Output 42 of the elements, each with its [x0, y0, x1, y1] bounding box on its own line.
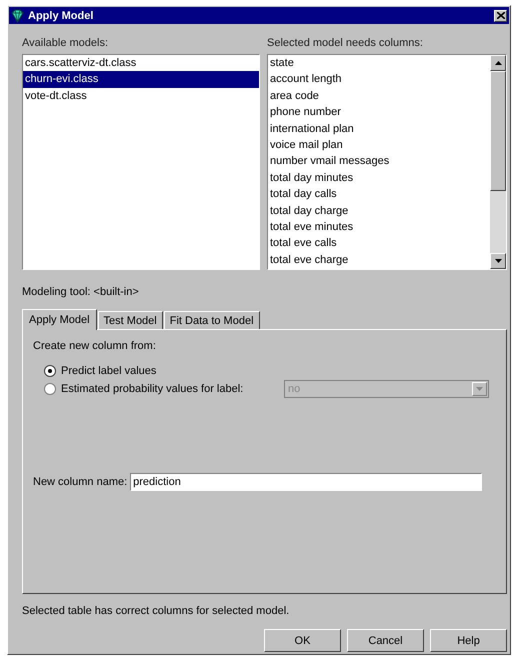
- modeling-tool-label: Modeling tool: <built-in>: [22, 286, 140, 300]
- column-item: total eve charge: [269, 252, 350, 268]
- up-arrow-icon: [494, 61, 502, 65]
- down-arrow-icon: [494, 259, 502, 263]
- column-item: international plan: [269, 122, 355, 137]
- gem-icon: [11, 8, 24, 22]
- dialog-button[interactable]: Cancel: [347, 629, 424, 652]
- caret-icon: [476, 387, 483, 391]
- column-item: account length: [269, 72, 343, 88]
- list-label: Available models:: [22, 37, 110, 51]
- window-title: Apply Model: [28, 10, 94, 22]
- model-item[interactable]: vote-dt.class: [23, 88, 259, 104]
- status-message: Selected table has correct columns for selected model.: [22, 605, 290, 619]
- scroll-up-button[interactable]: [490, 55, 506, 71]
- tab[interactable]: Test Model: [98, 311, 163, 329]
- column-item: total eve minutes: [269, 220, 354, 235]
- dialog-button[interactable]: Help: [430, 629, 507, 652]
- column-item: total day minutes: [269, 170, 354, 186]
- column-item: total day calls: [269, 187, 338, 202]
- column-item: state: [269, 56, 295, 71]
- radio-option[interactable]: Estimated probability values for label:: [44, 383, 284, 395]
- close-button[interactable]: [494, 10, 507, 22]
- column-item: total day charge: [269, 204, 350, 219]
- close-icon: [496, 12, 504, 19]
- dialog-button[interactable]: OK: [264, 629, 341, 652]
- section-label: Create new column from:: [33, 340, 157, 354]
- model-item[interactable]: cars.scatterviz-dt.class: [23, 55, 259, 72]
- scrollbar[interactable]: [490, 55, 506, 269]
- radio-option[interactable]: Predict label values: [44, 365, 284, 377]
- scroll-thumb[interactable]: [490, 71, 506, 191]
- list-label: Selected model needs columns:: [267, 37, 424, 51]
- model-item[interactable]: churn-evi.class: [23, 71, 259, 88]
- column-name-field[interactable]: prediction: [130, 473, 482, 491]
- tab[interactable]: Apply Model: [22, 309, 97, 330]
- column-item: total eve calls: [269, 236, 338, 252]
- column-item: number vmail messages: [269, 154, 390, 170]
- column-item: area code: [269, 88, 320, 104]
- column-item: voice mail plan: [269, 138, 344, 153]
- tab[interactable]: Fit Data to Model: [164, 311, 260, 329]
- column-item: phone number: [269, 105, 342, 120]
- scroll-down-button[interactable]: [490, 253, 506, 269]
- field-label: New column name:: [33, 476, 128, 488]
